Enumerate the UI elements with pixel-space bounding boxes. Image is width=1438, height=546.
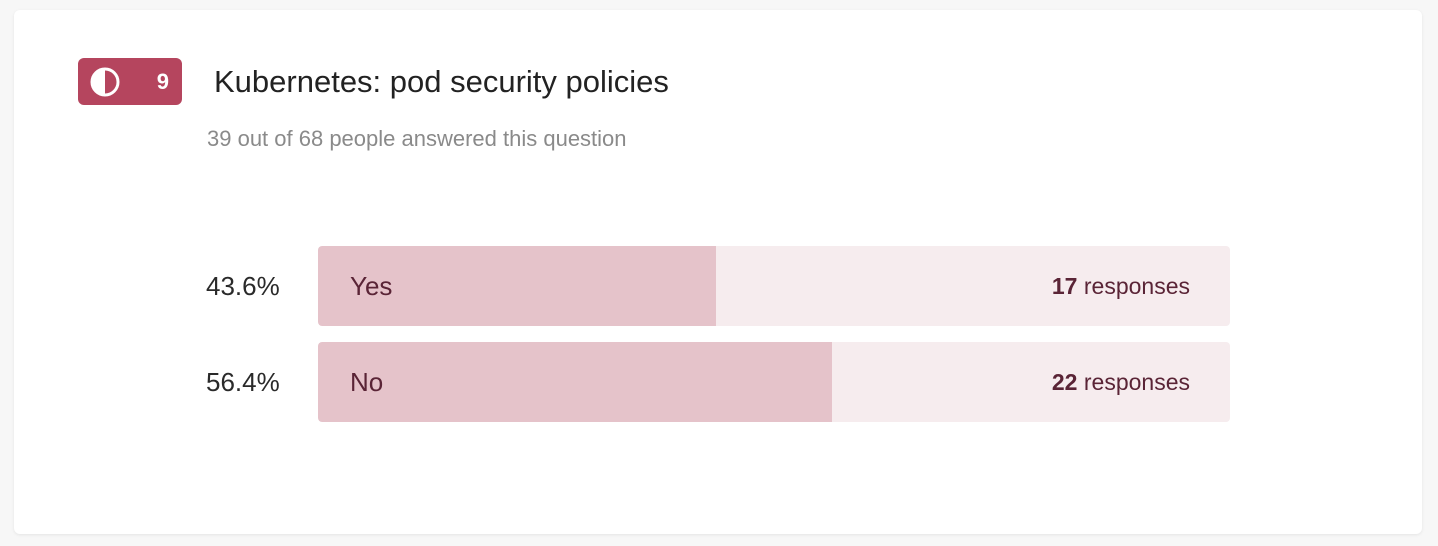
question-card: 9 Kubernetes: pod security policies 39 o…: [14, 10, 1422, 534]
response-count-number: 17: [1051, 273, 1078, 299]
response-count-number: 22: [1051, 369, 1078, 395]
answer-response-count: 22 responses: [1052, 342, 1190, 422]
answer-label: No: [350, 367, 384, 397]
question-number-badge: 9: [78, 58, 182, 105]
answer-percent: 56.4%: [206, 367, 280, 397]
response-count-suffix: responses: [1083, 369, 1190, 395]
answer-row-yes: 43.6% Yes 17 responses: [14, 246, 1422, 326]
response-count-suffix: responses: [1083, 273, 1190, 299]
question-number: 9: [156, 69, 169, 94]
answer-bar-fill: [318, 342, 833, 422]
answer-percent: 43.6%: [206, 271, 280, 301]
answer-bar-track: Yes 17 responses: [318, 246, 1230, 326]
answered-count-text: 39 out of 68 people answered this questi…: [207, 126, 627, 151]
answer-label: Yes: [350, 271, 393, 301]
answer-response-count: 17 responses: [1052, 246, 1190, 326]
answer-row-no: 56.4% No 22 responses: [14, 342, 1422, 422]
half-circle-icon: [90, 67, 120, 97]
question-title: Kubernetes: pod security policies: [214, 64, 669, 99]
answer-bar-track: No 22 responses: [318, 342, 1230, 422]
